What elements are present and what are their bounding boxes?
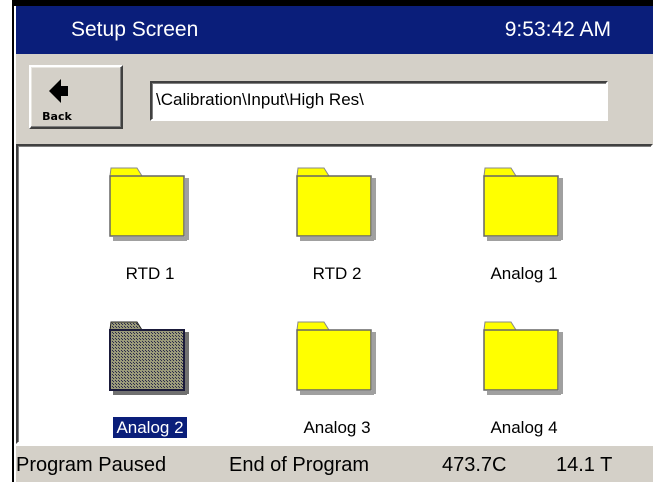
folder-icon	[296, 167, 376, 241]
folder-icon	[109, 321, 189, 395]
folder-item[interactable]: RTD 2	[257, 164, 417, 304]
path-field[interactable]: \Calibration\Input\High Res\	[150, 81, 608, 121]
folder-item-selected[interactable]: Analog 2	[70, 318, 230, 458]
screen-title: Setup Screen	[71, 18, 199, 41]
status-bar: Program Paused End of Program 473.7C 14.…	[16, 444, 653, 482]
folder-icon	[483, 321, 563, 395]
toolbar: Back \Calibration\Input\High Res\	[16, 54, 653, 144]
folder-label: RTD 1	[125, 264, 175, 283]
folder-item[interactable]: Analog 1	[444, 164, 604, 304]
back-arrow-icon	[49, 79, 68, 103]
title-bar: Setup Screen 9:53:42 AM	[16, 6, 653, 54]
folder-view: RTD 1 RTD 2 Analog 1 Analog 2 Analog 3 A…	[16, 144, 653, 444]
folder-label: Analog 3	[303, 418, 371, 437]
folder-item[interactable]: Analog 3	[257, 318, 417, 458]
folder-label: RTD 2	[312, 264, 362, 283]
temperature-readout: 473.7C	[442, 454, 507, 476]
program-step: End of Program	[229, 454, 370, 476]
secondary-readout: 14.1 T	[556, 454, 613, 476]
folder-label: Analog 2	[112, 416, 188, 439]
setup-screen: Setup Screen 9:53:42 AM Back \Calibratio…	[16, 6, 653, 482]
left-frame-border	[0, 0, 14, 482]
clock: 9:53:42 AM	[504, 18, 611, 41]
folder-label: Analog 1	[490, 264, 558, 283]
folder-item[interactable]: RTD 1	[70, 164, 230, 304]
folder-item[interactable]: Analog 4	[444, 318, 604, 458]
program-state: Program Paused	[16, 454, 167, 476]
folder-icon	[483, 167, 563, 241]
back-button-label: Back	[42, 110, 72, 123]
folder-label: Analog 4	[490, 418, 558, 437]
folder-icon	[109, 167, 189, 241]
back-button[interactable]: Back	[29, 65, 123, 129]
folder-icon	[296, 321, 376, 395]
